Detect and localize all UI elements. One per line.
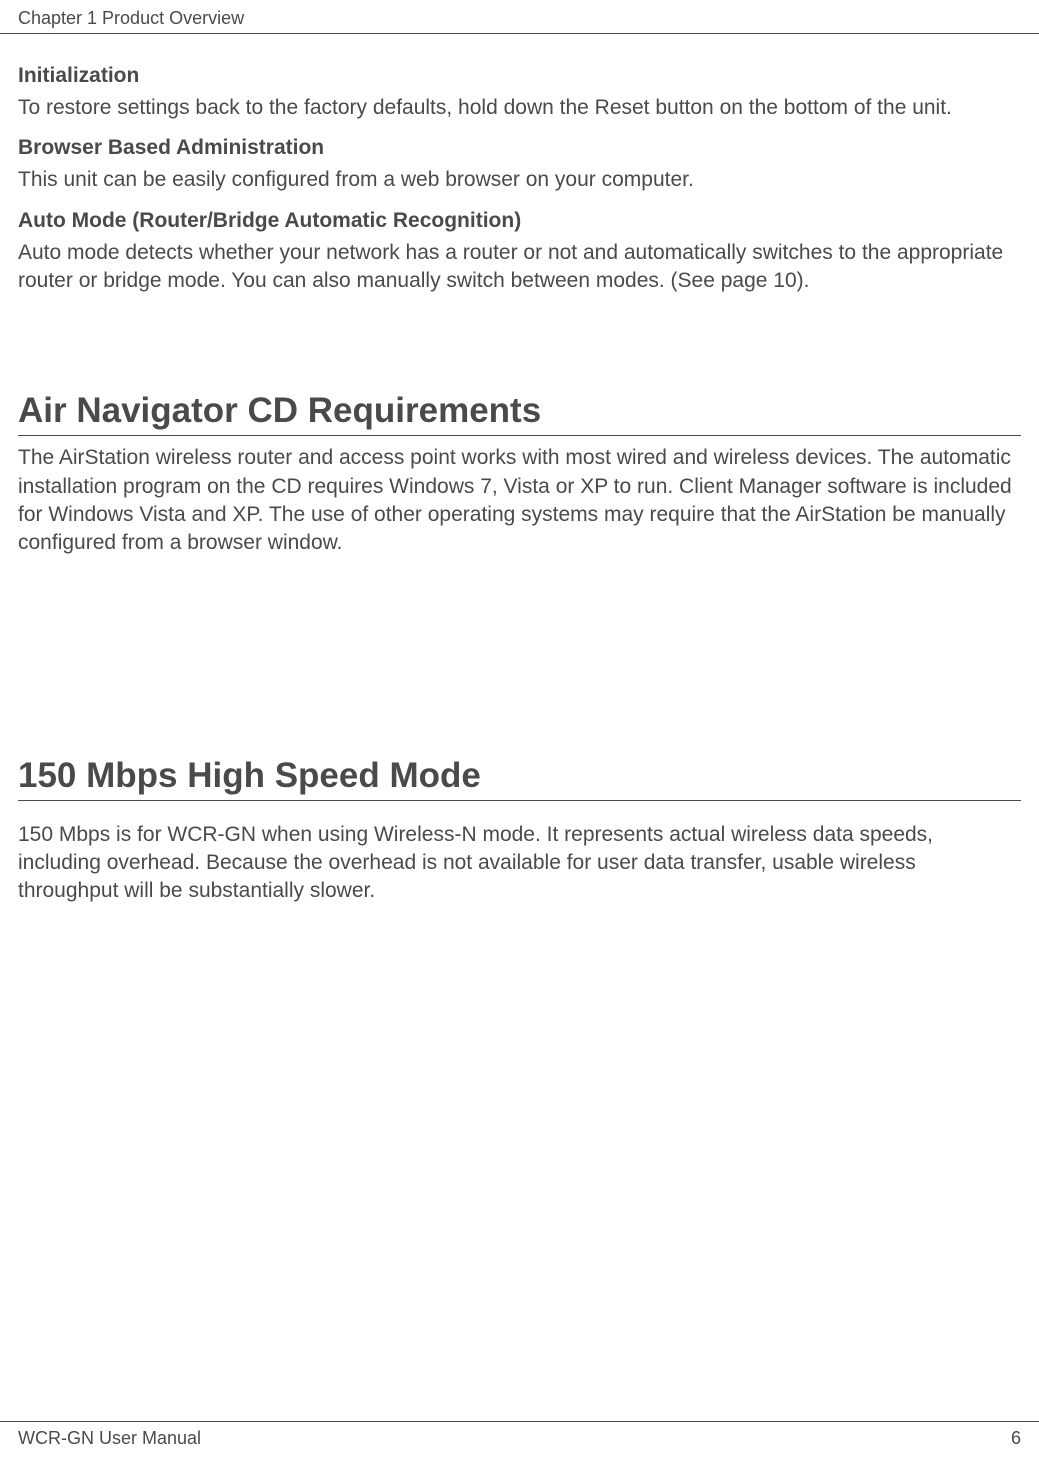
spacer <box>18 566 1021 756</box>
page-footer: WCR-GN User Manual 6 <box>0 1421 1039 1449</box>
footer-page-number: 6 <box>1011 1428 1021 1449</box>
browser-admin-heading: Browser Based Administration <box>18 136 1021 160</box>
page-content: Initialization To restore settings back … <box>0 34 1039 906</box>
auto-mode-body: Auto mode detects whether your network h… <box>18 239 1021 296</box>
air-navigator-heading: Air Navigator CD Requirements <box>18 391 1021 436</box>
auto-mode-heading: Auto Mode (Router/Bridge Automatic Recog… <box>18 209 1021 233</box>
high-speed-body: 150 Mbps is for WCR-GN when using Wirele… <box>18 821 1021 906</box>
high-speed-heading: 150 Mbps High Speed Mode <box>18 756 1021 801</box>
spacer <box>18 303 1021 391</box>
initialization-heading: Initialization <box>18 64 1021 88</box>
air-navigator-body: The AirStation wireless router and acces… <box>18 444 1021 557</box>
browser-admin-body: This unit can be easily configured from … <box>18 166 1021 194</box>
initialization-body: To restore settings back to the factory … <box>18 94 1021 122</box>
page-header: Chapter 1 Product Overview <box>0 0 1039 34</box>
chapter-label: Chapter 1 Product Overview <box>18 8 244 28</box>
footer-manual-label: WCR-GN User Manual <box>18 1428 201 1449</box>
